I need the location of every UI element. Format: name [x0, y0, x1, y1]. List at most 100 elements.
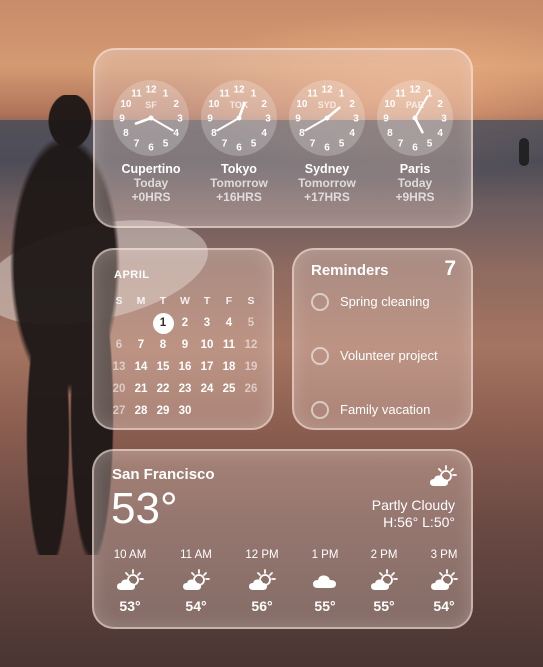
- hourly-forecast-item: 12 PM 56°: [232, 549, 292, 614]
- calendar-month: APRIL: [114, 269, 150, 281]
- svg-text:6: 6: [236, 143, 242, 154]
- svg-text:11: 11: [131, 88, 142, 99]
- svg-text:9: 9: [383, 114, 389, 125]
- svg-text:7: 7: [398, 139, 404, 150]
- calendar-day[interactable]: 7: [130, 335, 152, 355]
- calendar-day[interactable]: 4: [218, 313, 240, 333]
- svg-text:6: 6: [324, 143, 330, 154]
- background-distant-surfer: [519, 138, 529, 166]
- calendar-weekday: S: [247, 295, 255, 307]
- hourly-time: 2 PM: [370, 549, 398, 561]
- clock-abbr: SF: [145, 100, 157, 110]
- svg-text:6: 6: [148, 143, 154, 154]
- svg-text:8: 8: [299, 128, 305, 139]
- calendar-day[interactable]: 25: [218, 379, 240, 399]
- calendar-weekday: T: [203, 295, 211, 307]
- svg-text:9: 9: [207, 114, 213, 125]
- calendar-day[interactable]: 14: [130, 357, 152, 377]
- calendar-day[interactable]: 10: [196, 335, 218, 355]
- calendar-day[interactable]: 2: [174, 313, 196, 333]
- reminders-title: Reminders: [311, 262, 389, 279]
- reminder-checkbox[interactable]: [311, 401, 329, 419]
- calendar-day[interactable]: 28: [130, 401, 152, 421]
- svg-text:5: 5: [163, 139, 169, 150]
- svg-text:7: 7: [134, 139, 140, 150]
- calendar-today[interactable]: 1: [152, 313, 174, 334]
- svg-text:2: 2: [261, 99, 267, 110]
- clock-offset: +16HRS: [216, 190, 262, 204]
- clock-offset: +9HRS: [395, 190, 435, 204]
- reminders-widget[interactable]: Reminders 7 Spring cleaning Volunteer pr…: [292, 248, 473, 430]
- svg-text:12: 12: [233, 85, 245, 96]
- calendar-day[interactable]: 30: [174, 401, 196, 421]
- world-clock-tokyo[interactable]: 1 2 3 4 5 6 7 8 9 10 11 12 TOK Tokyo Tomorrow +16HR…: [197, 78, 281, 204]
- clock-day: Today: [133, 176, 169, 190]
- partly-cloudy-icon: [429, 465, 457, 492]
- clock-city: Cupertino: [121, 162, 181, 176]
- svg-text:2: 2: [349, 99, 355, 110]
- weather-high-low: H:56° L:50°: [383, 514, 455, 530]
- calendar-day[interactable]: 9: [174, 335, 196, 355]
- hourly-temp: 56°: [251, 598, 273, 614]
- calendar-day[interactable]: 22: [152, 379, 174, 399]
- calendar-weekday: F: [225, 295, 233, 307]
- svg-text:7: 7: [310, 139, 316, 150]
- svg-text:10: 10: [296, 99, 308, 110]
- clock-day: Today: [397, 176, 433, 190]
- svg-text:2: 2: [437, 99, 443, 110]
- svg-text:5: 5: [251, 139, 257, 150]
- svg-text:4: 4: [437, 128, 443, 139]
- calendar-day[interactable]: 29: [152, 401, 174, 421]
- calendar-day[interactable]: 5: [240, 313, 262, 333]
- svg-text:12: 12: [145, 85, 157, 96]
- partly-cloudy-icon: [100, 569, 160, 596]
- calendar-day[interactable]: 19: [240, 357, 262, 377]
- calendar-day[interactable]: 11: [218, 335, 240, 355]
- world-clock-paris[interactable]: 1 2 3 4 5 6 7 8 9 10 11 12 PAR Paris Today +9HRS: [373, 78, 457, 204]
- clock-abbr: SYD: [318, 100, 337, 110]
- svg-text:12: 12: [409, 85, 421, 96]
- calendar-day[interactable]: 8: [152, 335, 174, 355]
- svg-text:10: 10: [208, 99, 220, 110]
- svg-text:2: 2: [173, 99, 179, 110]
- clock-day: Tomorrow: [298, 176, 356, 190]
- world-clock-sydney[interactable]: 1 2 3 4 5 6 7 8 9 10 11 12 SYD Sydney Tomorrow +17H…: [285, 78, 369, 204]
- partly-cloudy-icon: [232, 569, 292, 596]
- hourly-forecast-item: 3 PM 54°: [414, 549, 474, 614]
- clock-city: Tokyo: [221, 162, 257, 176]
- calendar-day[interactable]: 24: [196, 379, 218, 399]
- hourly-temp: 53°: [119, 598, 141, 614]
- world-clock-widget[interactable]: 1 2 3 4 5 6 7 8 9 10 11 12 SF Cupertino Today +0HRS…: [93, 48, 473, 228]
- calendar-day[interactable]: 27: [108, 401, 130, 421]
- calendar-day[interactable]: 20: [108, 379, 130, 399]
- reminders-count: 7: [444, 257, 456, 280]
- calendar-day[interactable]: 15: [152, 357, 174, 377]
- calendar-day[interactable]: 12: [240, 335, 262, 355]
- reminder-checkbox[interactable]: [311, 347, 329, 365]
- world-clock-cupertino[interactable]: 1 2 3 4 5 6 7 8 9 10 11 12 SF Cupertino Today +0HRS: [109, 78, 193, 204]
- calendar-day[interactable]: 21: [130, 379, 152, 399]
- reminder-checkbox[interactable]: [311, 293, 329, 311]
- calendar-day[interactable]: 18: [218, 357, 240, 377]
- calendar-day[interactable]: 16: [174, 357, 196, 377]
- calendar-day[interactable]: 26: [240, 379, 262, 399]
- hourly-forecast-item: 10 AM 53°: [100, 549, 160, 614]
- calendar-day[interactable]: 3: [196, 313, 218, 333]
- calendar-day[interactable]: 17: [196, 357, 218, 377]
- svg-text:9: 9: [295, 114, 301, 125]
- calendar-day[interactable]: 23: [174, 379, 196, 399]
- svg-text:7: 7: [222, 139, 228, 150]
- hourly-time: 3 PM: [430, 549, 458, 561]
- analog-clock-face: 1234567891011 12 SF: [113, 80, 189, 156]
- svg-text:1: 1: [339, 88, 345, 99]
- weather-widget[interactable]: San Francisco 53° Partly Cloudy H:56° L:…: [92, 449, 473, 629]
- hourly-forecast-item: 2 PM 55°: [354, 549, 414, 614]
- partly-cloudy-icon: [414, 569, 474, 596]
- hourly-time: 11 AM: [180, 549, 212, 561]
- calendar-widget[interactable]: APRIL S M T W T F S 1 2 3 4 5 6 7 8 9 10 11 12 13 14 15 16 17 18…: [92, 248, 274, 430]
- calendar-day[interactable]: 6: [108, 335, 130, 355]
- calendar-day[interactable]: 13: [108, 357, 130, 377]
- analog-clock-face: 1234567891011 12 PAR: [377, 80, 453, 156]
- analog-clock-face: 1234567891011 12 SYD: [289, 80, 365, 156]
- svg-text:12: 12: [321, 85, 333, 96]
